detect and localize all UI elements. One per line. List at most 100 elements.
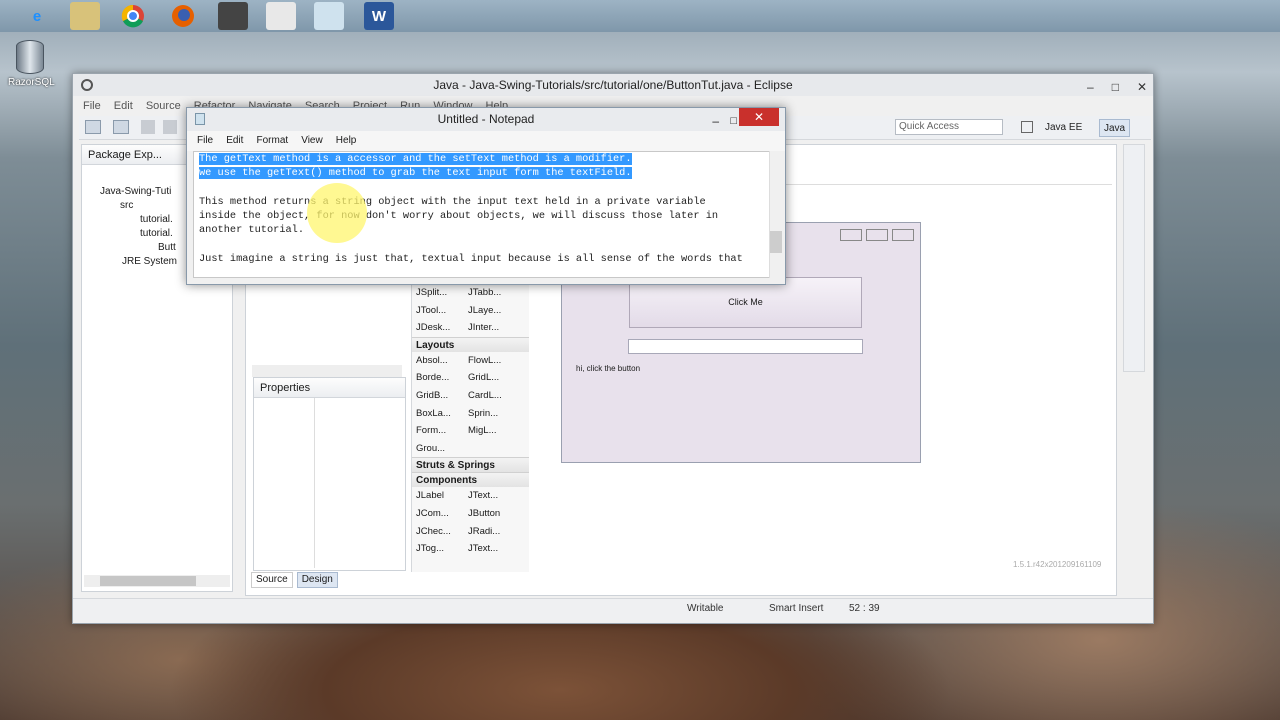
text-line: another tutorial.: [199, 224, 305, 237]
palette-item[interactable]: JTabb...: [464, 284, 516, 302]
razorsql-desktop-icon[interactable]: RazorSQL: [8, 40, 55, 88]
status-insert-mode: Smart Insert: [769, 603, 824, 614]
palette-item[interactable]: JButton: [464, 505, 516, 523]
palette-item[interactable]: JText...: [464, 487, 516, 505]
palette-item[interactable]: JLabel: [412, 487, 464, 505]
text-line-selected: we use the getText() method to grab the …: [199, 167, 632, 180]
tab-design[interactable]: Design: [296, 572, 338, 588]
preview-maximize-icon: [866, 229, 888, 241]
close-icon[interactable]: ✕: [1137, 76, 1147, 94]
notepad-text-area[interactable]: The getText method is a accessor and the…: [193, 151, 773, 278]
minimize-icon[interactable]: –: [712, 110, 719, 133]
open-icon[interactable]: [113, 120, 129, 134]
palette-components-header[interactable]: Components: [412, 472, 529, 488]
output-label[interactable]: hi, click the button: [576, 364, 640, 373]
notepad-menu-file[interactable]: File: [197, 131, 213, 151]
text-field[interactable]: [628, 339, 863, 354]
save-all-icon[interactable]: [163, 120, 177, 134]
palette-item[interactable]: JRadi...: [464, 523, 516, 541]
notepad-menu-edit[interactable]: Edit: [226, 131, 243, 151]
palette-item[interactable]: JInter...: [464, 319, 516, 337]
scrollbar-thumb[interactable]: [100, 576, 196, 586]
new-icon[interactable]: [85, 120, 101, 134]
palette-item[interactable]: BoxLa...: [412, 405, 464, 423]
notepad-window: Untitled - Notepad – □ ✕ File Edit Forma…: [186, 107, 786, 285]
palette-item[interactable]: GridL...: [464, 369, 516, 387]
palette-row: JTool... JLaye...: [412, 302, 529, 320]
structure-scrollbar[interactable]: [252, 365, 402, 377]
status-writable: Writable: [687, 603, 724, 614]
notepad-title-bar[interactable]: Untitled - Notepad – □ ✕: [187, 108, 785, 131]
quick-access-input[interactable]: Quick Access: [895, 119, 1003, 135]
text-line-selected: The getText method is a accessor and the…: [199, 153, 632, 165]
save-icon[interactable]: [141, 120, 155, 134]
palette-item[interactable]: Absol...: [412, 352, 464, 370]
razorsql-label: RazorSQL: [8, 77, 55, 88]
ide-icon[interactable]: [218, 2, 248, 30]
palette-item[interactable]: [464, 440, 516, 458]
palette-item[interactable]: JChec...: [412, 523, 464, 541]
eclipse-title-bar[interactable]: Java - Java-Swing-Tutorials/src/tutorial…: [73, 74, 1153, 96]
maximize-icon[interactable]: □: [730, 110, 737, 133]
horizontal-scrollbar[interactable]: [84, 575, 230, 587]
close-icon[interactable]: ✕: [739, 108, 779, 126]
menu-file[interactable]: File: [83, 96, 101, 116]
palette-item[interactable]: Grou...: [412, 440, 464, 458]
preview-window-buttons: [840, 229, 914, 241]
menu-source[interactable]: Source: [146, 96, 181, 116]
firefox-icon[interactable]: [168, 2, 198, 30]
palette-item[interactable]: JText...: [464, 540, 516, 558]
palette-row: Absol... FlowL...: [412, 352, 529, 370]
app-icon[interactable]: [266, 2, 296, 30]
palette-row: JSplit... JTabb...: [412, 284, 529, 302]
status-position: 52 : 39: [849, 603, 880, 614]
preview-close-icon: [892, 229, 914, 241]
palette-item[interactable]: JCom...: [412, 505, 464, 523]
palette-item[interactable]: FlowL...: [464, 352, 516, 370]
minimize-icon[interactable]: –: [1087, 76, 1094, 94]
palette-item[interactable]: JSplit...: [412, 284, 464, 302]
perspective-java-ee[interactable]: Java EE: [1041, 119, 1086, 137]
palette-item[interactable]: CardL...: [464, 387, 516, 405]
status-bar: Writable Smart Insert 52 : 39: [73, 598, 1153, 620]
palette-layouts-header[interactable]: Layouts: [412, 336, 529, 352]
palette-row: Grou...: [412, 440, 529, 458]
taskbar: e W: [0, 0, 1280, 32]
scrollbar-thumb[interactable]: [770, 231, 782, 253]
version-text: 1.5.1.r42x201209161109: [1013, 560, 1102, 569]
tab-source[interactable]: Source: [251, 572, 293, 588]
palette-row: JChec... JRadi...: [412, 523, 529, 541]
palette-item[interactable]: JTog...: [412, 540, 464, 558]
notepad-menu-view[interactable]: View: [301, 131, 323, 151]
perspective-java[interactable]: Java: [1099, 119, 1131, 137]
word-icon[interactable]: W: [364, 2, 394, 30]
text-line: inside the object, for now don't worry a…: [199, 210, 719, 223]
palette-row: JDesk... JInter...: [412, 319, 529, 337]
palette-row: JLabel JText...: [412, 487, 529, 505]
properties-divider: [314, 398, 315, 568]
notepad-menu-format[interactable]: Format: [256, 131, 288, 151]
notepad-menu-help[interactable]: Help: [336, 131, 357, 151]
ie-icon[interactable]: e: [22, 2, 52, 30]
palette-item[interactable]: Form...: [412, 422, 464, 440]
open-perspective-icon[interactable]: [1021, 121, 1033, 133]
palette-item[interactable]: MigL...: [464, 422, 516, 440]
notepad-vertical-scrollbar[interactable]: [769, 151, 783, 278]
palette-item[interactable]: Sprin...: [464, 405, 516, 423]
notepad-icon[interactable]: [314, 2, 344, 30]
file-explorer-icon[interactable]: [70, 2, 100, 30]
menu-edit[interactable]: Edit: [114, 96, 133, 116]
chrome-icon[interactable]: [118, 2, 148, 30]
eclipse-icon: [81, 79, 93, 91]
palette-item[interactable]: JTool...: [412, 302, 464, 320]
right-trim-toolbar: [1123, 144, 1145, 372]
palette-row: GridB... CardL...: [412, 387, 529, 405]
palette-item[interactable]: JDesk...: [412, 319, 464, 337]
notepad-app-icon: [195, 113, 205, 125]
maximize-icon[interactable]: □: [1112, 76, 1119, 94]
palette-struts-header[interactable]: Struts & Springs: [412, 457, 529, 473]
properties-tab[interactable]: Properties: [254, 378, 405, 398]
palette-item[interactable]: Borde...: [412, 369, 464, 387]
palette-item[interactable]: JLaye...: [464, 302, 516, 320]
palette-item[interactable]: GridB...: [412, 387, 464, 405]
